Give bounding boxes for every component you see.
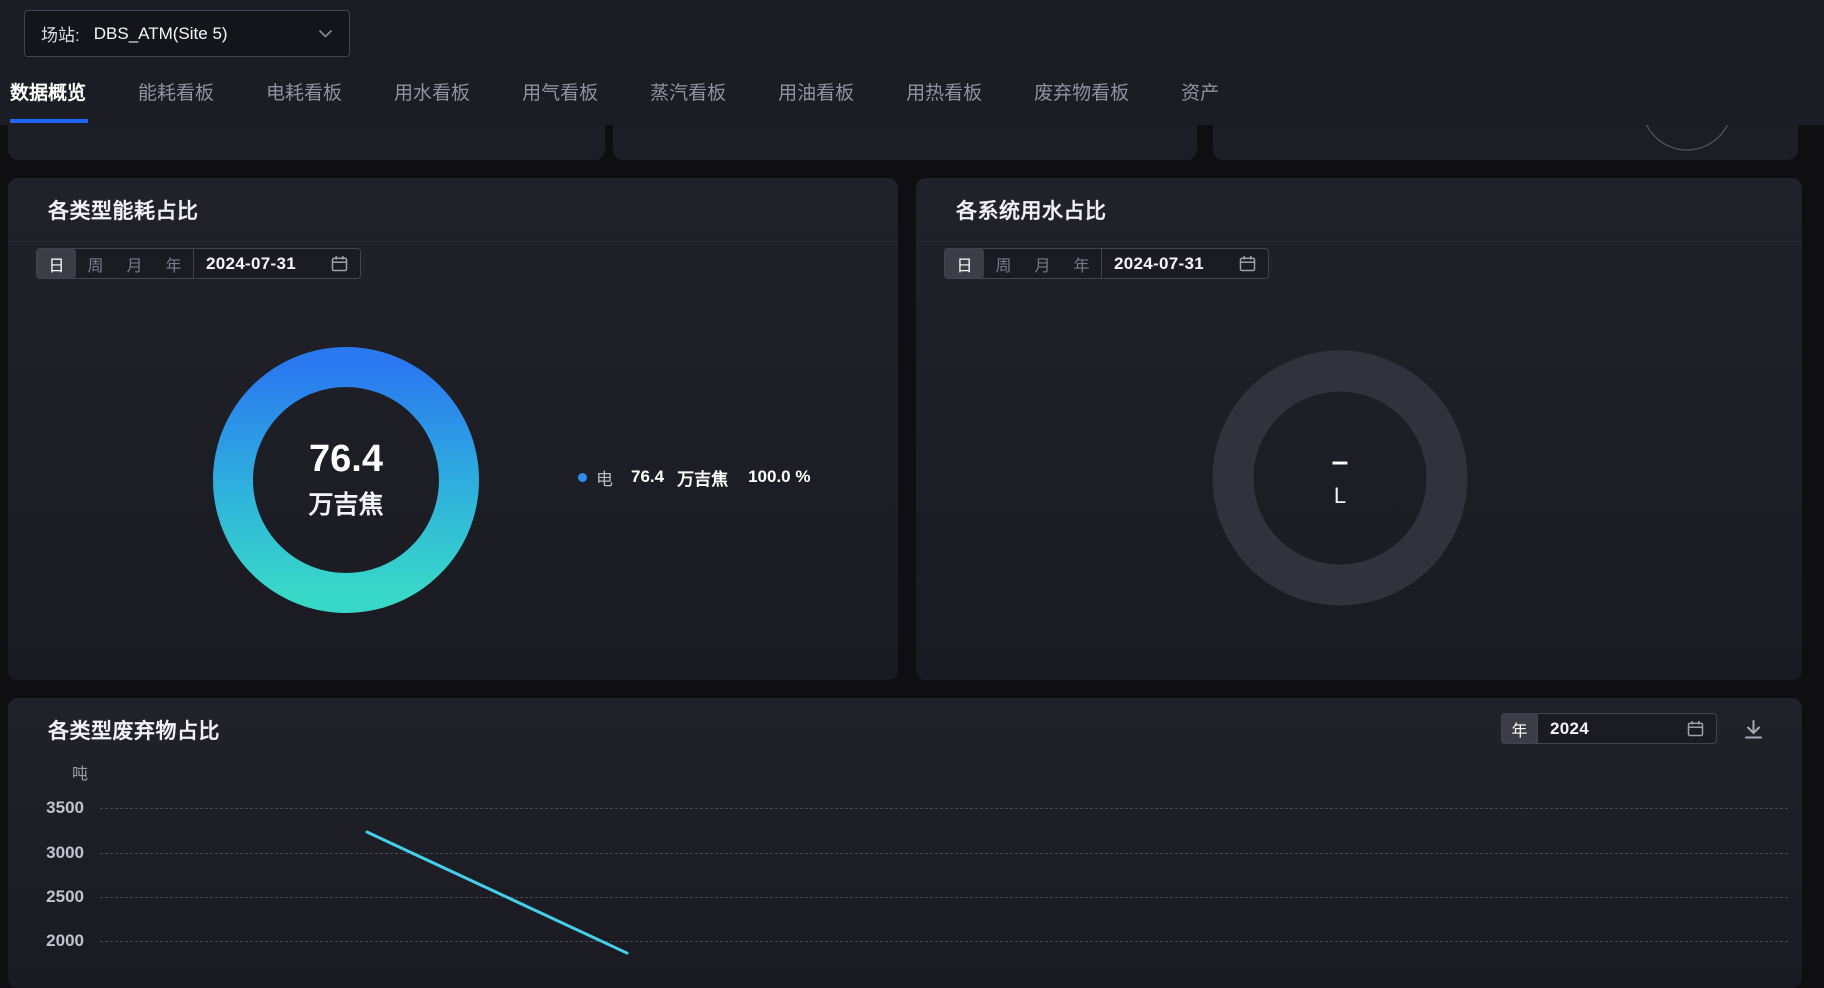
partial-card-right: [1213, 125, 1798, 160]
legend-dot-icon: [578, 473, 587, 482]
tab-energy-board[interactable]: 能耗看板: [138, 78, 214, 105]
water-period-day[interactable]: 日: [945, 249, 984, 278]
water-period-week[interactable]: 周: [984, 249, 1023, 278]
top-bar: 场站: DBS_ATM(Site 5) 数据概览 能耗看板 电耗看板 用水看板 …: [0, 0, 1824, 125]
waste-ratio-card: 各类型废弃物占比 年 2024 吨 3500 3000 2500 2000: [8, 698, 1802, 988]
energy-card-header: 各类型能耗占比: [8, 178, 898, 242]
partial-card-left: [8, 125, 605, 160]
site-select-value: DBS_ATM(Site 5): [94, 24, 228, 44]
tab-bar: 数据概览 能耗看板 电耗看板 用水看板 用气看板 蒸汽看板 用油看板 用热看板 …: [10, 78, 1219, 105]
gauge-arc-partial: [1213, 125, 1798, 160]
energy-period-day[interactable]: 日: [37, 249, 76, 278]
tab-electricity-board[interactable]: 电耗看板: [266, 78, 342, 105]
energy-period-year[interactable]: 年: [154, 249, 193, 278]
water-period-month[interactable]: 月: [1023, 249, 1062, 278]
energy-date-picker[interactable]: 2024-07-31: [193, 248, 361, 279]
chevron-down-icon: [318, 29, 333, 38]
calendar-icon: [1239, 255, 1256, 272]
energy-period-group: 日 周 月 年: [36, 248, 194, 279]
energy-date-value: 2024-07-31: [206, 254, 296, 274]
tab-heat-board[interactable]: 用热看板: [906, 78, 982, 105]
calendar-icon: [331, 255, 348, 272]
water-card-title: 各系统用水占比: [956, 195, 1107, 225]
energy-donut-chart[interactable]: [206, 340, 486, 625]
energy-period-week[interactable]: 周: [76, 249, 115, 278]
energy-ratio-card: 各类型能耗占比 日 周 月 年 2024-07-31: [8, 178, 898, 680]
tab-assets[interactable]: 资产: [1181, 78, 1219, 105]
legend-unit: 万吉焦: [677, 465, 728, 490]
site-select-label: 场站:: [41, 21, 80, 46]
active-tab-underline: [10, 119, 88, 123]
water-period-controls: 日 周 月 年 2024-07-31: [944, 248, 1269, 279]
water-period-group: 日 周 月 年: [944, 248, 1102, 279]
tab-oil-board[interactable]: 用油看板: [778, 78, 854, 105]
energy-period-month[interactable]: 月: [115, 249, 154, 278]
tab-data-overview[interactable]: 数据概览: [10, 78, 86, 105]
tab-water-board[interactable]: 用水看板: [394, 78, 470, 105]
energy-card-title: 各类型能耗占比: [48, 195, 199, 225]
energy-period-controls: 日 周 月 年 2024-07-31: [36, 248, 361, 279]
legend-percent: 100.0 %: [748, 467, 810, 487]
water-date-picker[interactable]: 2024-07-31: [1101, 248, 1269, 279]
energy-legend-item[interactable]: 电 76.4 万吉焦 100.0 %: [578, 464, 810, 490]
legend-value: 76.4: [631, 467, 664, 487]
site-select[interactable]: 场站: DBS_ATM(Site 5): [24, 10, 350, 57]
waste-line-series[interactable]: [8, 698, 1802, 988]
water-donut-chart-empty: [1205, 343, 1475, 618]
water-card-header: 各系统用水占比: [916, 178, 1802, 242]
tab-steam-board[interactable]: 蒸汽看板: [650, 78, 726, 105]
legend-name: 电: [596, 465, 613, 490]
water-ratio-card: 各系统用水占比 日 周 月 年 2024-07-31 – L: [916, 178, 1802, 680]
partial-card-middle: [613, 125, 1197, 160]
water-date-value: 2024-07-31: [1114, 254, 1204, 274]
tab-waste-board[interactable]: 废弃物看板: [1034, 78, 1129, 105]
tab-gas-board[interactable]: 用气看板: [522, 78, 598, 105]
water-period-year[interactable]: 年: [1062, 249, 1101, 278]
